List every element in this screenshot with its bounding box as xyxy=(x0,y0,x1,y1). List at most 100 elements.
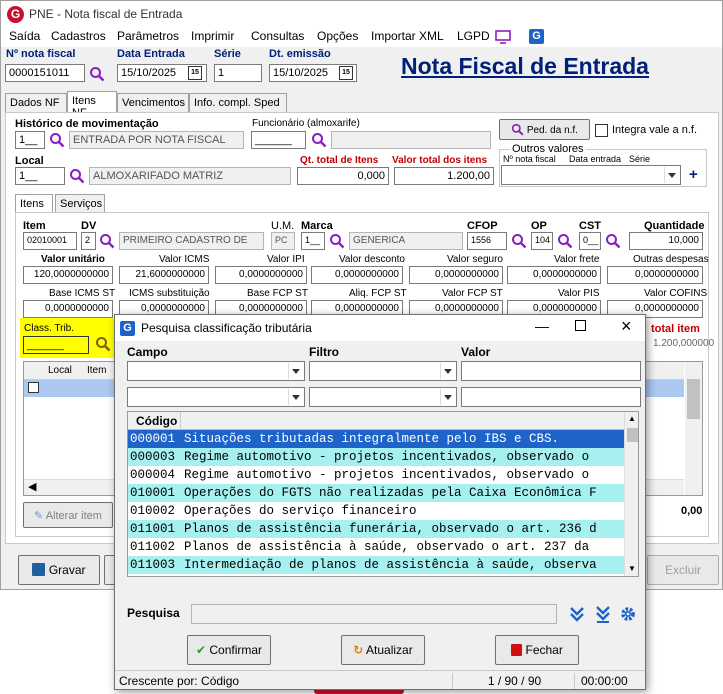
grid-scroll-thumb[interactable] xyxy=(627,428,638,442)
campo-select-1[interactable] xyxy=(127,361,305,381)
op-input[interactable]: 104 xyxy=(531,232,553,250)
valor-ipi-input[interactable]: 0,0000000000 xyxy=(215,266,307,284)
valor-input-1[interactable] xyxy=(461,361,641,381)
valor-unitario-input[interactable]: 120,0000000000 xyxy=(23,266,113,284)
tab-itens-nf[interactable]: Itens NF xyxy=(67,91,117,119)
serie-input[interactable]: 1 xyxy=(214,64,262,82)
nota-input[interactable]: 0000151011 xyxy=(5,64,85,82)
local-code[interactable]: 1__ xyxy=(15,167,65,185)
chevron-double-down-icon[interactable] xyxy=(569,605,585,623)
menu-consultas[interactable]: Consultas xyxy=(251,29,304,43)
valor-input-2[interactable] xyxy=(461,387,641,407)
tab-vencimentos[interactable]: Vencimentos xyxy=(117,93,189,113)
class-trib-input[interactable]: ______ xyxy=(23,336,89,354)
search-class-trib-icon[interactable] xyxy=(95,336,111,352)
filtro-select-1[interactable] xyxy=(309,361,457,381)
outras-despesas-input[interactable]: 0,0000000000 xyxy=(607,266,703,284)
dv-input[interactable]: 2 xyxy=(81,232,96,250)
excluir-button[interactable]: Excluir xyxy=(647,555,719,585)
filtro-select-2[interactable] xyxy=(309,387,457,407)
tab-info-sped[interactable]: Info. compl. Sped xyxy=(189,93,287,113)
chevron-down-icon xyxy=(288,363,303,379)
marca-code[interactable]: 1__ xyxy=(301,232,325,250)
gear-icon[interactable] xyxy=(620,606,636,622)
table-row[interactable]: 000004 Regime automotivo - projetos incen… xyxy=(128,466,624,484)
scroll-thumb[interactable] xyxy=(687,379,700,419)
atualizar-button[interactable]: ↻ Atualizar xyxy=(341,635,425,665)
minimize-icon[interactable]: — xyxy=(535,318,549,334)
item-input[interactable]: 02010001 xyxy=(23,232,77,250)
scroll-left-icon[interactable]: ◀ xyxy=(28,480,36,493)
menu-saida[interactable]: Saída xyxy=(9,29,40,43)
grid-scrollbar[interactable]: ▲ ▼ xyxy=(624,412,638,576)
valor-frete-input[interactable]: 0,0000000000 xyxy=(507,266,601,284)
monitor-icon[interactable] xyxy=(495,30,511,44)
scroll-down-icon[interactable]: ▼ xyxy=(628,564,636,573)
chevron-double-down-end-icon[interactable] xyxy=(595,605,611,623)
row-checkbox[interactable] xyxy=(28,382,39,393)
exit-icon xyxy=(511,644,523,656)
valor-seguro-input[interactable]: 0,0000000000 xyxy=(409,266,503,284)
table-row[interactable]: 010002 Operações do serviço financeiro xyxy=(128,502,624,520)
search-cfop-icon[interactable] xyxy=(511,233,527,249)
search-item-icon[interactable] xyxy=(99,233,115,249)
table-row[interactable]: 011003 Intermediação de planos de assistê… xyxy=(128,556,624,574)
chevron-down-icon xyxy=(440,389,455,405)
search-hist-icon[interactable] xyxy=(49,132,65,148)
integra-checkbox[interactable] xyxy=(595,124,608,137)
gravar-button[interactable]: Gravar xyxy=(18,555,100,585)
func-code[interactable]: ______ xyxy=(251,131,306,149)
op-label: OP xyxy=(531,220,547,232)
item-label: Item xyxy=(23,220,46,232)
add-icon[interactable]: + xyxy=(689,166,698,183)
alterar-item-button[interactable]: ✎ Alterar item xyxy=(23,502,113,528)
menu-opcoes[interactable]: Opções xyxy=(317,29,358,43)
hist-code[interactable]: 1__ xyxy=(15,131,45,149)
row-code: 011002 xyxy=(130,540,176,554)
g-app-icon[interactable]: G xyxy=(529,29,544,44)
search-op-icon[interactable] xyxy=(557,233,573,249)
search-local-icon[interactable] xyxy=(69,168,85,184)
marca-desc: GENERICA xyxy=(349,232,463,250)
calendar-emissao-icon[interactable]: 15 xyxy=(339,66,353,80)
scroll-up-icon[interactable]: ▲ xyxy=(628,414,636,423)
classificacao-grid[interactable]: Código 000001 Situações tributadas integr… xyxy=(127,411,639,577)
menu-parametros[interactable]: Parâmetros xyxy=(117,29,179,43)
valor-desconto-input[interactable]: 0,0000000000 xyxy=(311,266,403,284)
pesquisa-input[interactable] xyxy=(191,604,557,624)
table-row[interactable]: 000003 Regime automotivo - projetos incen… xyxy=(128,448,624,466)
quantidade-input[interactable]: 10,000 xyxy=(629,232,703,250)
cst-input[interactable]: 0__ xyxy=(579,232,601,250)
table-row[interactable]: 010001 Operações do FGTS não realizadas p… xyxy=(128,484,624,502)
grid-header: Código xyxy=(128,412,624,430)
search-marca-icon[interactable] xyxy=(329,233,345,249)
menu-lgpd[interactable]: LGPD xyxy=(457,29,490,43)
search-nota-icon[interactable] xyxy=(89,66,105,82)
row-code: 011003 xyxy=(130,558,176,572)
chevron-down-icon xyxy=(288,389,303,405)
save-icon xyxy=(32,563,46,576)
tab-dados-nf[interactable]: Dados NF xyxy=(5,93,67,113)
outros-valores-select[interactable] xyxy=(501,165,681,185)
close-icon[interactable]: × xyxy=(621,316,632,337)
campo-select-2[interactable] xyxy=(127,387,305,407)
table-row[interactable]: 000001 Situações tributadas integralmente… xyxy=(128,430,624,448)
ped-nf-button[interactable]: Ped. da n.f. xyxy=(499,119,590,140)
search-cst-icon[interactable] xyxy=(605,233,621,249)
menu-importar-xml[interactable]: Importar XML xyxy=(371,29,444,43)
fechar-button[interactable]: Fechar xyxy=(495,635,579,665)
maximize-icon[interactable] xyxy=(575,320,586,331)
table-row[interactable]: 011002 Planos de assistência à saúde, obs… xyxy=(128,538,624,556)
menu-cadastros[interactable]: Cadastros xyxy=(51,29,106,43)
search-func-icon[interactable] xyxy=(311,132,327,148)
valor-icms-label: Valor ICMS xyxy=(159,254,210,265)
cfop-input[interactable]: 1556 xyxy=(467,232,507,250)
table-row[interactable]: 011001 Planos de assistência funerária, o… xyxy=(128,520,624,538)
subtab-servicos[interactable]: Serviços xyxy=(55,194,105,214)
check-icon: ✔ xyxy=(195,643,207,657)
menu-imprimir[interactable]: Imprimir xyxy=(191,29,234,43)
confirmar-button[interactable]: ✔ Confirmar xyxy=(187,635,271,665)
valor-icms-input[interactable]: 21,6000000000 xyxy=(119,266,209,284)
calendar-icon[interactable]: 15 xyxy=(188,66,202,80)
base-icms-st-input[interactable]: 0,0000000000 xyxy=(23,300,113,318)
